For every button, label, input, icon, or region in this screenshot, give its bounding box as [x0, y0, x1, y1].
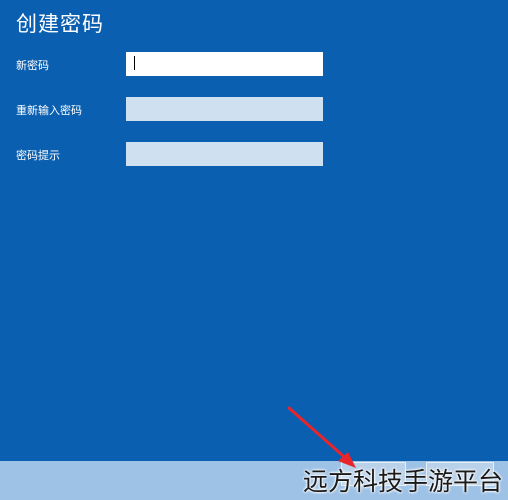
watermark: 远方科技手游平台	[303, 467, 504, 496]
annotation-arrow	[287, 406, 356, 468]
arrow-shaft	[287, 406, 352, 464]
